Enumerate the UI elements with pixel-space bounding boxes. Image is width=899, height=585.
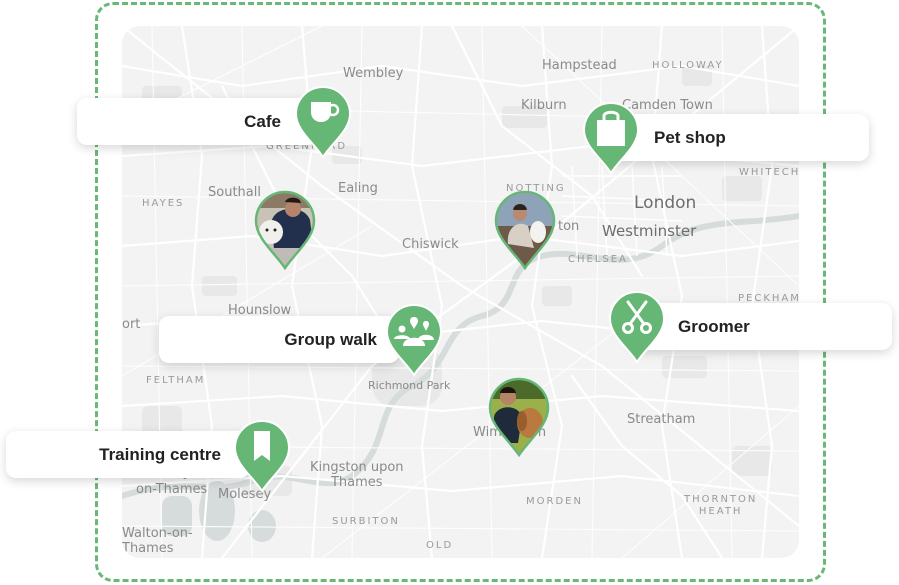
walker-photo-pin[interactable]: [494, 190, 556, 270]
place-label: London: [634, 193, 697, 213]
place-label: HAYES: [142, 198, 185, 209]
place-label: Wembley: [343, 66, 404, 81]
place-label: OLD: [426, 540, 454, 551]
place-label: ton: [558, 219, 580, 234]
place-label: WHITECHA: [739, 167, 799, 178]
training-centre-label: Training centre: [99, 444, 221, 464]
place-label: on-Thames: [136, 482, 208, 497]
pet-shop-card[interactable]: Pet shop: [605, 114, 869, 161]
place-label: SURBITON: [332, 516, 400, 527]
group-walk-label: Group walk: [284, 329, 377, 349]
place-label: Hampstead: [542, 58, 617, 73]
groomer-pin[interactable]: [608, 290, 666, 364]
place-label: Kilburn: [521, 98, 567, 113]
groomer-label: Groomer: [678, 316, 750, 336]
place-label-line: Walton-on-: [122, 526, 193, 541]
place-label: THORNTON HEATH: [684, 494, 757, 517]
place-label-line: HEATH: [698, 505, 743, 517]
place-label: Richmond Park: [368, 379, 451, 392]
pet-shop-label: Pet shop: [654, 127, 726, 147]
cafe-pin[interactable]: [294, 85, 352, 159]
group-walk-card[interactable]: Group walk: [159, 316, 399, 363]
place-label: Streatham: [627, 412, 696, 427]
place-label: FELTHAM: [146, 375, 206, 386]
cafe-label: Cafe: [244, 111, 281, 131]
place-label: Chiswick: [402, 237, 459, 252]
place-label-line: Thames: [330, 474, 383, 490]
training-centre-pin[interactable]: [233, 419, 291, 493]
place-label: CHELSEA: [568, 254, 628, 265]
place-label-line: Kingston upon: [310, 460, 404, 475]
walker-photo-pin[interactable]: [488, 377, 550, 457]
place-label-line: THORNTON: [684, 494, 758, 505]
place-label: Westminster: [602, 222, 697, 240]
walker-photo-pin[interactable]: [254, 190, 316, 270]
place-label: Ealing: [338, 181, 378, 196]
group-walk-pin[interactable]: [385, 303, 443, 377]
place-label: Kingston upon Thames: [310, 460, 404, 491]
cafe-card[interactable]: Cafe: [77, 98, 317, 145]
place-label-line: Thames: [122, 540, 174, 556]
groomer-card[interactable]: Groomer: [630, 303, 892, 350]
place-label: Walton-on- Thames: [122, 526, 193, 557]
place-label: HOLLOWAY: [652, 60, 724, 71]
pet-shop-pin[interactable]: [582, 101, 640, 175]
place-label: MORDEN: [526, 496, 583, 507]
training-centre-card[interactable]: Training centre: [6, 431, 250, 478]
place-label: ort: [122, 317, 141, 332]
